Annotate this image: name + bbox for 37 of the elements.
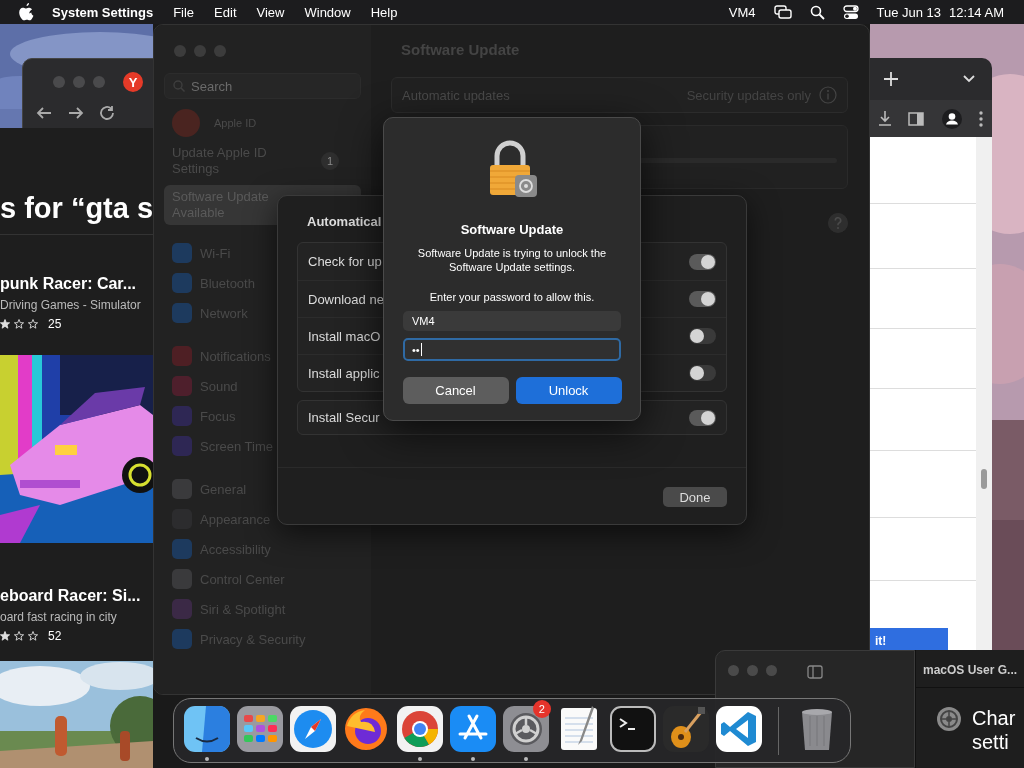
setting-label: Install Secur bbox=[308, 410, 380, 425]
rating-count: 52 bbox=[48, 629, 62, 643]
game-category: oard fast racing in city bbox=[0, 610, 118, 624]
dialog-message: Software Update is trying to unlock the Software Update settings. bbox=[416, 246, 608, 274]
topic-title[interactable]: Char bbox=[972, 706, 1016, 730]
unlock-button[interactable]: Unlock bbox=[515, 377, 622, 404]
date-text: Tue Jun 13 bbox=[876, 4, 942, 20]
password-field[interactable]: •• bbox=[403, 338, 621, 361]
setting-label: Download ne bbox=[308, 291, 384, 307]
menu-item[interactable]: Help bbox=[370, 4, 398, 20]
user-menu[interactable]: VM4 bbox=[728, 4, 756, 20]
setting-label: Install applic bbox=[308, 365, 380, 381]
app-menu[interactable]: System Settings bbox=[52, 4, 154, 20]
game-title[interactable]: punk Racer: Car... bbox=[0, 275, 153, 293]
topic-title[interactable]: setti bbox=[972, 730, 1016, 754]
game-category: Driving Games - Simulator bbox=[0, 298, 142, 312]
button[interactable]: it! bbox=[870, 628, 948, 650]
window-title: macOS User G... bbox=[916, 650, 1024, 688]
menu-item[interactable]: View bbox=[256, 4, 285, 20]
setting-label: Check for up bbox=[308, 254, 382, 269]
username-field[interactable]: VM4 bbox=[403, 311, 621, 331]
menu-item[interactable]: Window bbox=[304, 4, 351, 20]
clock-text: 12:14 AM bbox=[949, 4, 1004, 20]
setting-label: Install macO bbox=[308, 328, 381, 344]
search-field[interactable]: Search bbox=[164, 73, 361, 99]
done-button[interactable]: Done bbox=[663, 487, 727, 507]
rating-count: 25 bbox=[48, 317, 62, 331]
count-badge: 1 bbox=[321, 152, 339, 170]
dialog-prompt: Enter your password to allow this. bbox=[429, 291, 595, 303]
search-placeholder: Search bbox=[191, 78, 233, 94]
menu-item[interactable]: Edit bbox=[214, 4, 237, 20]
tab-logo[interactable]: Y bbox=[123, 72, 143, 92]
game-title[interactable]: eboard Racer: Si... bbox=[0, 587, 153, 605]
dialog-title: Software Update bbox=[460, 222, 564, 237]
notification-badge: 2 bbox=[532, 700, 551, 718]
cancel-button[interactable]: Cancel bbox=[402, 377, 509, 404]
menu-item[interactable]: File bbox=[173, 4, 195, 20]
